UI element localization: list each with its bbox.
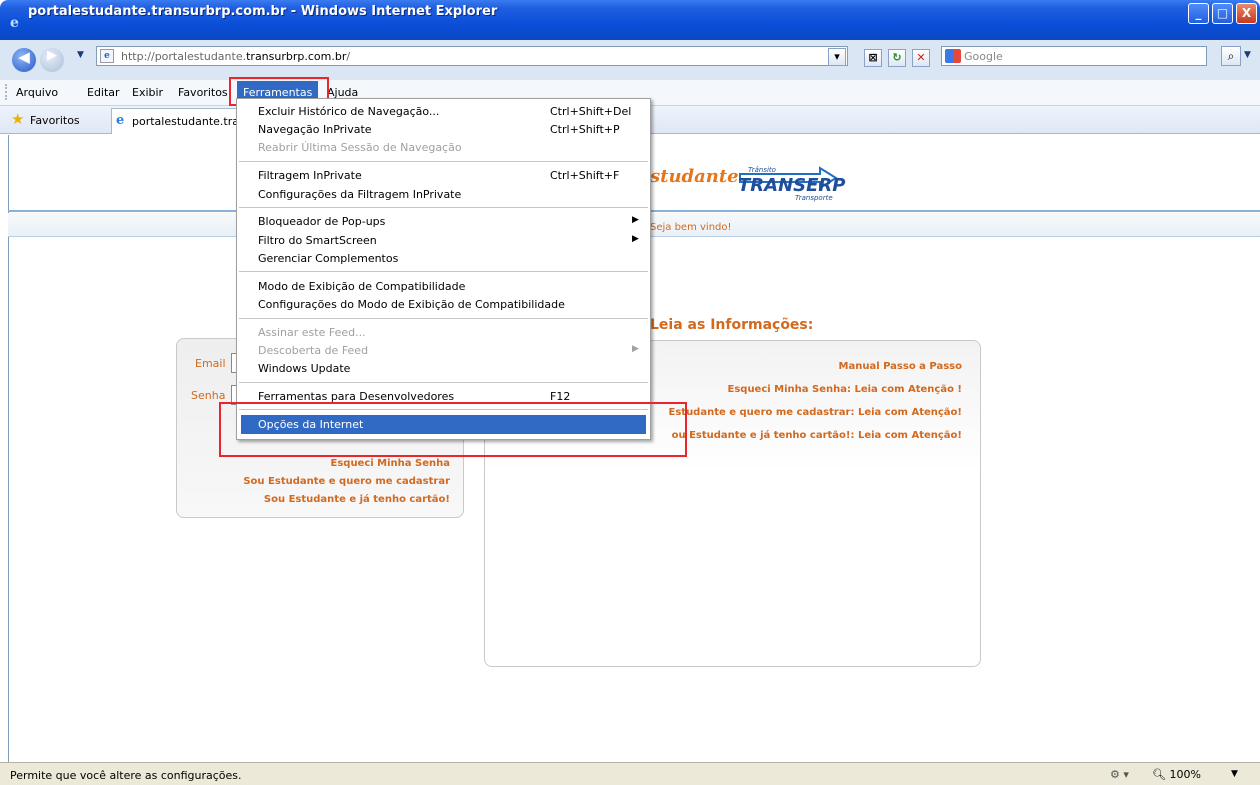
menu-arquivo[interactable]: Arquivo [16,86,58,99]
menu-separator [239,382,648,383]
menu-item-opcoes-internet[interactable]: Opções da Internet [258,418,363,431]
menu-separator [239,161,648,162]
menu-item-config-filtragem[interactable]: Configurações da Filtragem InPrivate [258,188,461,201]
address-bar[interactable]: e http://portalestudante.transurbrp.com.… [96,46,848,66]
welcome-text: Seja bem vindo! [650,222,732,233]
compatibility-view-icon[interactable]: ⊠ [864,49,882,67]
browser-tab[interactable]: e portalestudante.transurbrp.com.br [111,108,241,134]
menu-item-smartscreen[interactable]: Filtro do SmartScreen [258,234,377,247]
senha-label: Senha [191,389,226,402]
minimize-button[interactable]: _ [1188,3,1209,24]
register-link[interactable]: Sou Estudante e quero me cadastrar [243,476,450,487]
shortcut-navegacao-inprivate: Ctrl+Shift+P [550,123,620,136]
favorites-star-icon[interactable]: ★ [11,110,24,128]
info-title: Leia as Informações: [650,317,814,333]
page-icon: e [100,49,114,63]
status-text: Permite que você altere as configurações… [10,769,242,782]
menu-item-assinar-feed: Assinar este Feed... [258,326,366,339]
refresh-icon[interactable]: ↻ [888,49,906,67]
menu-separator [239,271,648,272]
menu-item-complementos[interactable]: Gerenciar Complementos [258,252,398,265]
menu-item-descoberta-feed: Descoberta de Feed [258,344,369,357]
search-options-icon[interactable]: ▼ [1244,50,1251,60]
tab-title: portalestudante.transurbrp.com.br [132,115,240,128]
maximize-button[interactable]: □ [1212,3,1233,24]
menu-separator [239,318,648,319]
menu-item-ferramentas-dev[interactable]: Ferramentas para Desenvolvedores [258,390,454,403]
forward-button[interactable]: ▶ [40,48,64,72]
menu-item-reabrir-sessao: Reabrir Última Sessão de Navegação [258,141,462,154]
menu-favoritos[interactable]: Favoritos [178,86,228,99]
favorites-button[interactable]: Favoritos [30,114,80,127]
menu-separator [239,409,648,410]
menu-item-bloqueador-popups[interactable]: Bloqueador de Pop-ups [258,215,385,228]
history-dropdown-icon[interactable]: ▼ [77,50,84,60]
info-link-manual[interactable]: Manual Passo a Passo [839,361,962,372]
shortcut-ferramentas-dev: F12 [550,390,571,403]
address-dropdown-icon[interactable]: ▾ [828,48,846,66]
menu-item-windows-update[interactable]: Windows Update [258,362,350,375]
shortcut-excluir-historico: Ctrl+Shift+Del [550,105,632,118]
stop-icon[interactable]: ✕ [912,49,930,67]
menu-editar[interactable]: Editar [87,86,120,99]
menu-separator [239,207,648,208]
zoom-dropdown-icon[interactable]: ▼ [1231,769,1238,779]
menu-item-navegacao-inprivate[interactable]: Navegação InPrivate [258,123,372,136]
window-title: portalestudante.transurbrp.com.br - Wind… [28,4,498,19]
menu-item-compatibilidade[interactable]: Modo de Exibição de Compatibilidade [258,280,465,293]
search-placeholder: Google [964,50,1003,63]
google-icon [945,49,961,63]
search-icon[interactable]: ⌕ [1221,46,1241,66]
title-bar: e portalestudante.transurbrp.com.br - Wi… [0,0,1260,40]
ie-logo-icon: e [10,15,19,31]
zoom-level[interactable]: 🔍︎ 100% [1152,768,1201,781]
submenu-arrow-icon: ▶ [632,215,639,225]
shortcut-filtragem-inprivate: Ctrl+Shift+F [550,169,620,182]
info-link-senha[interactable]: Esqueci Minha Senha: Leia com Atenção ! [728,384,963,395]
info-link-cadastrar[interactable]: Estudante e quero me cadastrar: Leia com… [669,407,963,418]
back-button[interactable]: ◀ [12,48,36,72]
has-card-link[interactable]: Sou Estudante e já tenho cartão! [264,494,450,505]
toolbar-grip[interactable] [5,84,7,100]
forgot-password-link[interactable]: Esqueci Minha Senha [331,458,451,469]
tab-ie-icon: e [116,113,125,128]
menu-item-config-compatibilidade[interactable]: Configurações do Modo de Exibição de Com… [258,298,565,311]
logo-transporte: Transporte [795,194,833,202]
menu-exibir[interactable]: Exibir [132,86,163,99]
logo-transito: Trânsito [748,166,776,174]
email-label: Email [195,357,226,370]
security-zone-icon[interactable]: ⚙ ▾ [1110,768,1129,781]
menu-item-filtragem-inprivate[interactable]: Filtragem InPrivate [258,169,362,182]
submenu-arrow-icon: ▶ [632,344,639,354]
logo-brand: TRANSERP [738,175,846,196]
tools-menu: Excluir Histórico de Navegação... Ctrl+S… [236,98,651,440]
address-url: http://portalestudante.transurbrp.com.br… [121,50,351,63]
menu-item-excluir-historico[interactable]: Excluir Histórico de Navegação... [258,105,439,118]
close-button[interactable]: X [1236,3,1257,24]
info-link-cartao[interactable]: ou Estudante e já tenho cartão!: Leia co… [672,430,962,441]
search-input[interactable]: Google [941,46,1207,66]
status-bar: Permite que você altere as configurações… [0,762,1260,785]
submenu-arrow-icon: ▶ [632,234,639,244]
logo-script-text: studante [650,166,739,187]
